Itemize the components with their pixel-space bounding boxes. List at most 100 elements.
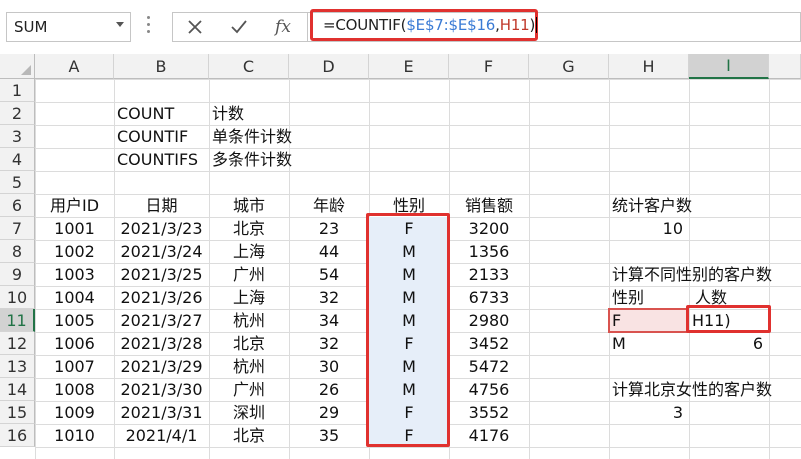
column-header-a[interactable]: A	[35, 54, 114, 79]
table-cell[interactable]: 2021/3/31	[114, 401, 209, 424]
cell-c3[interactable]: 单条件计数	[209, 125, 329, 148]
table-cell[interactable]: 4176	[449, 424, 529, 447]
enter-button[interactable]	[219, 13, 259, 41]
cell-b2[interactable]: COUNT	[114, 102, 209, 125]
table-cell[interactable]: 34	[289, 309, 369, 332]
column-header-b[interactable]: B	[114, 54, 209, 79]
table-cell[interactable]: 1356	[449, 240, 529, 263]
table-header[interactable]: 用户ID	[35, 194, 114, 217]
row-header-15[interactable]: 15	[0, 401, 35, 424]
table-cell[interactable]: 上海	[209, 286, 289, 309]
row-header-13[interactable]: 13	[0, 355, 35, 378]
row-header-9[interactable]: 9	[0, 263, 35, 286]
table-cell[interactable]: 北京	[209, 217, 289, 240]
table-cell[interactable]: 北京	[209, 332, 289, 355]
table-cell[interactable]: 26	[289, 378, 369, 401]
row-header-3[interactable]: 3	[0, 125, 35, 148]
table-cell[interactable]: 3452	[449, 332, 529, 355]
cell-h15[interactable]: 3	[609, 401, 689, 424]
row-header-6[interactable]: 6	[0, 194, 35, 217]
cell-h12[interactable]: M	[609, 332, 689, 355]
cell-h7[interactable]: 10	[609, 217, 689, 240]
table-cell[interactable]: 杭州	[209, 355, 289, 378]
column-header-e[interactable]: E	[369, 54, 449, 79]
table-cell[interactable]: 1003	[35, 263, 114, 286]
column-header-i[interactable]: I	[689, 54, 769, 79]
cell-h9[interactable]: 计算不同性别的客户数	[609, 263, 801, 286]
table-cell[interactable]: 32	[289, 332, 369, 355]
table-cell[interactable]: 23	[289, 217, 369, 240]
cell-h14[interactable]: 计算北京女性的客户数	[609, 378, 801, 401]
row-header-10[interactable]: 10	[0, 286, 35, 309]
table-cell[interactable]: 2021/3/26	[114, 286, 209, 309]
table-cell[interactable]: 北京	[209, 424, 289, 447]
insert-function-button[interactable]: fx	[263, 13, 303, 41]
table-cell[interactable]: 2021/3/30	[114, 378, 209, 401]
table-cell[interactable]: 1007	[35, 355, 114, 378]
row-header-5[interactable]: 5	[0, 171, 35, 194]
table-cell[interactable]: 2021/3/27	[114, 309, 209, 332]
cell-h6[interactable]: 统计客户数	[609, 194, 789, 217]
row-header-7[interactable]: 7	[0, 217, 35, 240]
table-cell[interactable]: 1004	[35, 286, 114, 309]
column-header-c[interactable]: C	[209, 54, 289, 79]
table-cell[interactable]: 6733	[449, 286, 529, 309]
table-cell[interactable]: 1008	[35, 378, 114, 401]
table-cell[interactable]: 3552	[449, 401, 529, 424]
table-cell[interactable]: 44	[289, 240, 369, 263]
cell-h11[interactable]: F	[609, 309, 689, 332]
table-cell[interactable]: 4756	[449, 378, 529, 401]
table-cell[interactable]: 3200	[449, 217, 529, 240]
cell-h10[interactable]: 性别	[609, 286, 689, 309]
row-header-8[interactable]: 8	[0, 240, 35, 263]
cancel-button[interactable]	[175, 13, 215, 41]
table-cell[interactable]: 2021/3/23	[114, 217, 209, 240]
more-vertical-icon[interactable]	[147, 16, 151, 36]
table-cell[interactable]: 2021/3/28	[114, 332, 209, 355]
cell-i12[interactable]: 6	[689, 332, 769, 355]
cell-b3[interactable]: COUNTIF	[114, 125, 209, 148]
row-header-16[interactable]: 16	[0, 424, 35, 447]
row-header-12[interactable]: 12	[0, 332, 35, 355]
table-cell[interactable]: 35	[289, 424, 369, 447]
table-cell[interactable]: 2021/3/25	[114, 263, 209, 286]
table-header[interactable]: 销售额	[449, 194, 529, 217]
table-cell[interactable]: 2133	[449, 263, 529, 286]
cell-c2[interactable]: 计数	[209, 102, 329, 125]
row-header-11[interactable]: 11	[0, 309, 35, 332]
table-cell[interactable]: 广州	[209, 263, 289, 286]
cell-c4[interactable]: 多条件计数	[209, 148, 329, 171]
table-cell[interactable]: 2021/3/24	[114, 240, 209, 263]
column-header-g[interactable]: G	[529, 54, 609, 79]
select-all-button[interactable]	[0, 54, 35, 79]
table-cell[interactable]: 2021/4/1	[114, 424, 209, 447]
table-cell[interactable]: 广州	[209, 378, 289, 401]
table-cell[interactable]: 30	[289, 355, 369, 378]
column-header-d[interactable]: D	[289, 54, 369, 79]
table-cell[interactable]: 1010	[35, 424, 114, 447]
table-cell[interactable]: 32	[289, 286, 369, 309]
cell-b4[interactable]: COUNTIFS	[114, 148, 209, 171]
table-cell[interactable]: 1005	[35, 309, 114, 332]
column-header-j[interactable]	[769, 54, 801, 79]
table-cell[interactable]: 2980	[449, 309, 529, 332]
table-cell[interactable]: 1009	[35, 401, 114, 424]
formula-text[interactable]: =COUNTIF($E$7:$E$16,H11)	[323, 16, 538, 34]
table-cell[interactable]: 1001	[35, 217, 114, 240]
table-header[interactable]: 城市	[209, 194, 289, 217]
name-box[interactable]: SUM	[6, 12, 131, 42]
column-header-h[interactable]: H	[609, 54, 689, 79]
table-cell[interactable]: 1002	[35, 240, 114, 263]
chevron-down-icon[interactable]	[116, 22, 124, 27]
row-header-1[interactable]: 1	[0, 79, 35, 102]
table-header[interactable]: 年龄	[289, 194, 369, 217]
table-cell[interactable]: 54	[289, 263, 369, 286]
row-header-14[interactable]: 14	[0, 378, 35, 401]
table-cell[interactable]: 上海	[209, 240, 289, 263]
row-header-2[interactable]: 2	[0, 102, 35, 125]
column-header-f[interactable]: F	[449, 54, 529, 79]
table-cell[interactable]: 29	[289, 401, 369, 424]
table-cell[interactable]: 5472	[449, 355, 529, 378]
table-cell[interactable]: 深圳	[209, 401, 289, 424]
table-cell[interactable]: 杭州	[209, 309, 289, 332]
